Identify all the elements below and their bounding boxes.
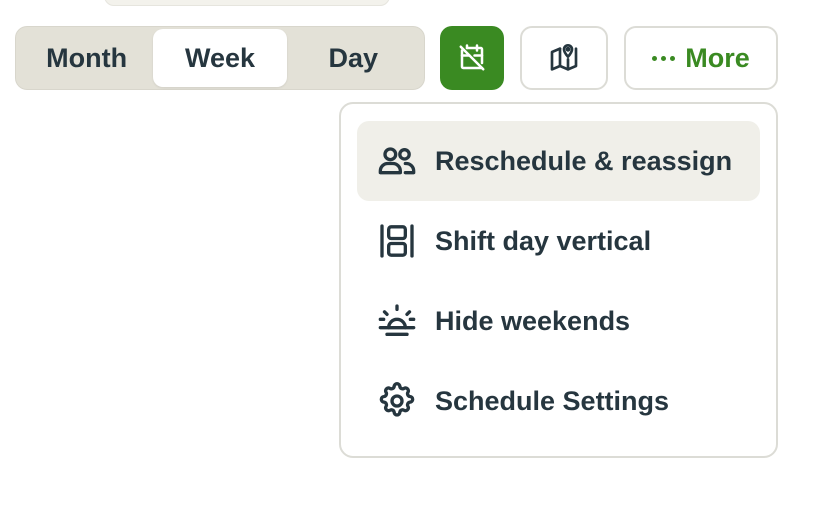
menu-item-schedule-settings[interactable]: Schedule Settings <box>357 361 760 441</box>
top-search-bar-edge <box>104 0 390 6</box>
menu-item-label: Reschedule & reassign <box>435 145 733 176</box>
view-option-month[interactable]: Month <box>20 29 153 87</box>
more-button[interactable]: More <box>624 26 778 90</box>
map-view-button[interactable] <box>520 26 608 90</box>
users-icon <box>378 147 416 175</box>
gear-icon <box>379 382 415 417</box>
menu-item-reschedule-reassign[interactable]: Reschedule & reassign <box>357 121 760 201</box>
menu-item-label: Hide weekends <box>435 305 631 336</box>
more-dots-icon <box>652 55 676 61</box>
more-button-label: More <box>685 42 750 73</box>
view-switcher: Month Week Day <box>15 26 425 90</box>
sunrise-icon <box>378 304 416 336</box>
calendar-off-icon <box>459 44 485 71</box>
menu-item-label: Shift day vertical <box>435 225 652 256</box>
view-option-day[interactable]: Day <box>287 29 420 87</box>
calendar-toggle-button[interactable] <box>440 26 504 90</box>
more-dropdown-menu: Reschedule & reassign Shift day vertical… <box>339 102 778 458</box>
menu-item-label: Schedule Settings <box>435 385 670 416</box>
map-pin-icon <box>550 44 578 71</box>
menu-item-shift-day-vertical[interactable]: Shift day vertical <box>357 201 760 281</box>
layout-columns-icon <box>380 224 414 258</box>
view-option-week[interactable]: Week <box>153 29 287 87</box>
menu-item-hide-weekends[interactable]: Hide weekends <box>357 281 760 361</box>
